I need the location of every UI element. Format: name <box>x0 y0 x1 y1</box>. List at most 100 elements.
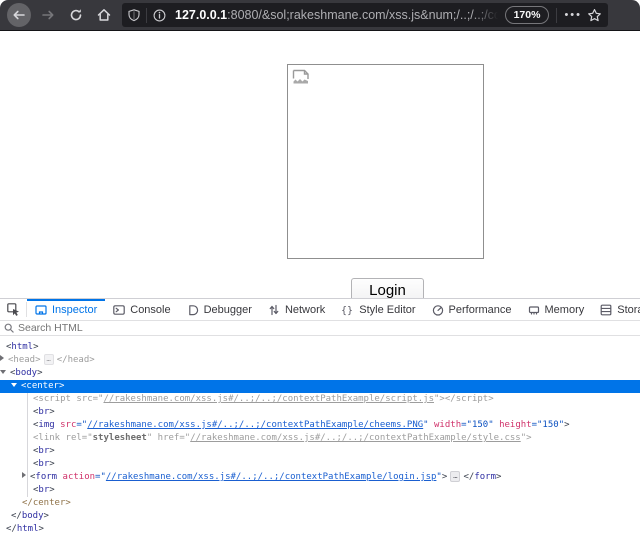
forward-button[interactable] <box>36 3 60 27</box>
code-segment: script <box>38 394 71 404</box>
code-segment: > <box>564 420 569 430</box>
tab-label: Console <box>130 304 170 316</box>
zoom-level-pill[interactable]: 170% <box>505 6 550 24</box>
info-icon[interactable] <box>147 9 171 22</box>
code-segment: =" <box>82 433 93 443</box>
code-segment: " <box>423 420 428 430</box>
code-segment: =" <box>76 420 87 430</box>
tab-performance[interactable]: Performance <box>424 299 520 320</box>
tree-row[interactable]: <br> <box>0 458 640 471</box>
home-button[interactable] <box>92 3 116 27</box>
reload-button[interactable] <box>64 3 88 27</box>
tree-row[interactable]: <body> <box>0 367 640 380</box>
code-segment: width <box>434 420 461 430</box>
indent-guide-line <box>27 393 28 497</box>
bookmark-star-icon[interactable] <box>587 8 602 23</box>
tree-row[interactable]: </body> <box>0 510 640 523</box>
code-segment: script <box>456 394 489 404</box>
url-path: :8080/&sol;rakeshmane.com/xss.js&num;/..… <box>227 8 497 22</box>
code-segment: 150 <box>472 420 488 430</box>
inline-expander-badge[interactable]: … <box>450 471 460 482</box>
code-segment: br <box>38 446 49 456</box>
code-segment: > <box>488 394 493 404</box>
broken-image-icon <box>292 69 310 85</box>
tree-row[interactable]: <img src="//rakeshmane.com/xss.js#/..;/.… <box>0 419 640 432</box>
meatball-menu-icon[interactable]: ••• <box>564 9 582 21</box>
twisty-right-icon[interactable] <box>0 355 4 361</box>
code-segment: body <box>22 511 44 521</box>
code-segment: </ <box>57 355 68 365</box>
code-segment: form <box>474 472 496 482</box>
code-segment: link <box>38 433 60 443</box>
tab-label: Inspector <box>52 304 97 316</box>
code-segment: html <box>17 524 39 534</box>
url-host: 127.0.0.1 <box>175 8 227 22</box>
tab-inspector[interactable]: Inspector <box>27 299 105 320</box>
tab-console[interactable]: Console <box>105 299 178 320</box>
tree-row[interactable]: <form action="//rakeshmane.com/xss.js#/.… <box>0 471 640 484</box>
url-bar[interactable]: 127.0.0.1:8080/&sol;rakeshmane.com/xss.j… <box>122 3 608 27</box>
debugger-icon <box>187 304 199 316</box>
code-segment: //rakeshmane.com/xss.js#/..;/..;/context… <box>103 394 434 404</box>
tree-row[interactable]: </html> <box>0 523 640 536</box>
code-segment: center <box>26 381 59 391</box>
code-segment: </ <box>463 472 474 482</box>
urlbar-divider-2 <box>556 8 557 23</box>
code-segment: body <box>15 368 37 378</box>
tree-row[interactable]: <head>…</head> <box>0 354 640 367</box>
login-button-label: Login <box>369 282 406 299</box>
markup-tree: <html><head>…</head><body><center><scrip… <box>0 336 640 536</box>
code-segment: </ <box>6 524 17 534</box>
element-picker-icon <box>7 303 20 316</box>
tab-style-editor[interactable]: {} Style Editor <box>333 299 423 320</box>
search-icon <box>4 323 14 333</box>
tab-memory[interactable]: Memory <box>520 299 593 320</box>
code-segment: > <box>49 459 54 469</box>
broken-image-placeholder <box>287 64 484 259</box>
forward-arrow-icon <box>41 8 55 22</box>
code-segment: rel <box>66 433 82 443</box>
tree-row[interactable]: <link rel="stylesheet" href="//rakeshman… <box>0 432 640 445</box>
inline-expander-badge[interactable]: … <box>44 354 54 365</box>
code-segment: " <box>488 420 493 430</box>
tree-row[interactable]: </center> <box>0 497 640 510</box>
code-segment: stylesheet <box>93 433 147 443</box>
code-segment: > <box>89 355 94 365</box>
url-text[interactable]: 127.0.0.1:8080/&sol;rakeshmane.com/xss.j… <box>171 8 498 22</box>
search-html-input[interactable] <box>18 322 636 334</box>
tree-row[interactable]: <br> <box>0 484 640 497</box>
home-icon <box>97 8 111 22</box>
tree-row[interactable]: <br> <box>0 445 640 458</box>
code-segment: 150 <box>542 420 558 430</box>
tree-row[interactable]: <script src="//rakeshmane.com/xss.js#/..… <box>0 393 640 406</box>
twisty-right-icon[interactable] <box>22 472 26 478</box>
tab-network[interactable]: Network <box>260 299 333 320</box>
code-segment: > <box>39 524 44 534</box>
code-segment: src <box>60 420 76 430</box>
shield-icon[interactable] <box>122 9 146 22</box>
code-segment: href <box>158 433 180 443</box>
tab-label: Debugger <box>204 304 252 316</box>
tab-label: Storage <box>617 304 640 316</box>
code-segment: > <box>442 472 447 482</box>
code-segment: br <box>38 485 49 495</box>
tree-row[interactable]: <center> <box>0 380 640 393</box>
code-segment: //rakeshmane.com/xss.js#/..;/..;/context… <box>106 472 437 482</box>
tab-label: Performance <box>449 304 512 316</box>
code-segment: > <box>65 498 70 508</box>
back-button[interactable] <box>7 3 31 27</box>
twisty-down-icon[interactable] <box>0 370 6 374</box>
element-picker-button[interactable] <box>0 299 26 320</box>
tab-debugger[interactable]: Debugger <box>179 299 260 320</box>
code-segment: =" <box>95 472 106 482</box>
twisty-down-icon[interactable] <box>11 383 17 387</box>
code-segment: src <box>76 394 92 404</box>
tab-storage[interactable]: Storage <box>592 299 640 320</box>
tree-row[interactable]: <br> <box>0 406 640 419</box>
tab-label: Style Editor <box>359 304 415 316</box>
devtools-panel: Inspector Console Debugger Network {} St… <box>0 298 640 558</box>
code-segment: > <box>59 381 64 391</box>
reload-icon <box>69 8 83 22</box>
tree-row[interactable]: <html> <box>0 341 640 354</box>
network-icon <box>268 304 280 316</box>
